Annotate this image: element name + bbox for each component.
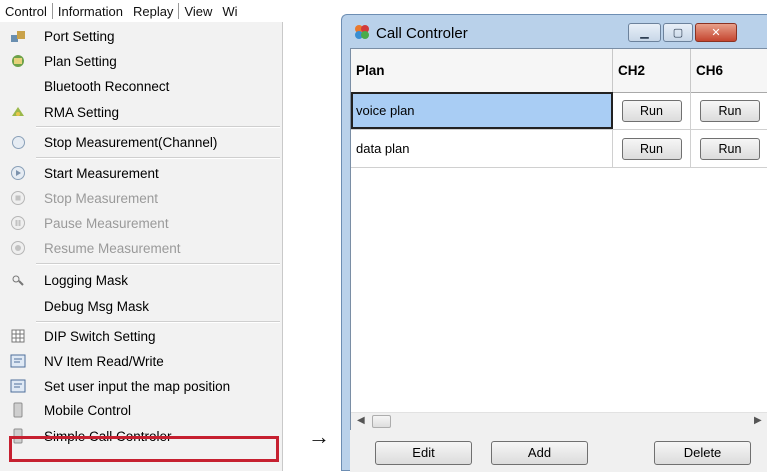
- menu-item-stop-measurement-channel[interactable]: Stop Measurement(Channel): [0, 130, 282, 154]
- menu-item-plan-setting[interactable]: Plan Setting: [0, 49, 282, 73]
- menu-item-label: Pause Measurement: [44, 215, 169, 231]
- plan-cell[interactable]: voice plan: [351, 92, 613, 129]
- menu-information[interactable]: Information: [53, 4, 128, 19]
- menu-separator: [36, 157, 280, 159]
- grid-header: Plan CH2 CH6: [351, 49, 767, 93]
- port-icon: [10, 28, 26, 44]
- ch2-cell: Run: [613, 130, 691, 167]
- ch6-cell: Run: [691, 130, 767, 167]
- menu-item-start-measurement[interactable]: Start Measurement: [0, 161, 282, 185]
- rma-icon: [10, 104, 26, 120]
- menu-item-label: Start Measurement: [44, 165, 159, 181]
- run-button[interactable]: Run: [700, 137, 760, 160]
- ch6-cell: Run: [691, 92, 767, 129]
- menubar: Control Information Replay View Wi: [0, 0, 282, 23]
- menu-item-label: Mobile Control: [44, 402, 132, 418]
- menu-item-label: Resume Measurement: [44, 240, 181, 256]
- menu-item-bluetooth-reconnect[interactable]: Bluetooth Reconnect: [0, 74, 282, 98]
- close-icon: ✕: [711, 27, 721, 39]
- menu-item-label: DIP Switch Setting: [44, 328, 156, 344]
- menu-item-label: Debug Msg Mask: [44, 298, 150, 314]
- add-button[interactable]: Add: [491, 441, 588, 465]
- maximize-icon: ▢: [672, 27, 684, 39]
- menu-item-nv-item-read-write[interactable]: NV Item Read/Write: [0, 349, 282, 373]
- close-button[interactable]: ✕: [695, 23, 737, 42]
- menu-view[interactable]: View: [179, 4, 217, 19]
- minimize-icon: ▁: [640, 27, 649, 39]
- app-icon: [353, 23, 371, 41]
- menu-item-stop-measurement: Stop Measurement: [0, 186, 282, 210]
- play-circle-icon: [10, 165, 26, 181]
- grid-icon: [10, 328, 26, 344]
- record-circle-icon: [10, 240, 26, 256]
- mobile-icon: [10, 402, 26, 418]
- arrow-indicator: →: [308, 424, 330, 449]
- menu-item-pause-measurement: Pause Measurement: [0, 211, 282, 235]
- menu-item-resume-measurement: Resume Measurement: [0, 236, 282, 260]
- menu-item-port-setting[interactable]: Port Setting: [0, 24, 282, 48]
- menu-item-label: Logging Mask: [44, 272, 129, 288]
- menu-item-label: Set user input the map position: [44, 378, 231, 394]
- menu-separator: [36, 321, 280, 323]
- menu-item-dip-switch-setting[interactable]: DIP Switch Setting: [0, 324, 282, 348]
- title-bar[interactable]: Call Controler ▁ ▢ ✕: [342, 15, 767, 47]
- maximize-button[interactable]: ▢: [663, 23, 693, 42]
- scroll-left-icon[interactable]: ◀: [357, 415, 365, 426]
- table-row[interactable]: voice plan Run Run: [351, 92, 767, 130]
- delete-button[interactable]: Delete: [654, 441, 751, 465]
- highlight-box: [9, 436, 279, 462]
- menu-item-mobile-control[interactable]: Mobile Control: [0, 398, 282, 422]
- menu-item-label: Stop Measurement: [44, 190, 159, 206]
- edit-button[interactable]: Edit: [375, 441, 472, 465]
- map-icon: [10, 378, 26, 394]
- plan-cell[interactable]: data plan: [351, 130, 613, 167]
- menu-item-label: RMA Setting: [44, 104, 120, 120]
- column-header-ch6[interactable]: CH6: [691, 49, 767, 92]
- stop-circle-icon: [10, 134, 26, 150]
- column-header-plan[interactable]: Plan: [351, 49, 613, 92]
- menu-item-label: Stop Measurement(Channel): [44, 134, 218, 150]
- menu-item-rma-setting[interactable]: RMA Setting: [0, 100, 282, 124]
- menu-item-label: Port Setting: [44, 28, 115, 44]
- action-bar: Edit Add Delete: [350, 430, 767, 472]
- pause-circle-icon: [10, 215, 26, 231]
- menu-separator: [36, 126, 280, 128]
- menu-replay[interactable]: Replay: [128, 4, 178, 19]
- control-dropdown-menu: Port Setting Plan Setting Bluetooth Reco…: [0, 22, 283, 471]
- menu-window[interactable]: Wi: [217, 4, 242, 19]
- scroll-right-icon[interactable]: ▶: [754, 415, 762, 426]
- column-header-ch2[interactable]: CH2: [613, 49, 691, 92]
- plan-grid: Plan CH2 CH6 voice plan Run Run data pla…: [350, 48, 767, 431]
- run-button[interactable]: Run: [700, 99, 760, 122]
- run-button[interactable]: Run: [621, 137, 682, 160]
- ch2-cell: Run: [613, 92, 691, 129]
- menu-item-debug-msg-mask[interactable]: Debug Msg Mask: [0, 294, 282, 318]
- menu-item-logging-mask[interactable]: Logging Mask: [0, 268, 282, 292]
- menu-item-label: Bluetooth Reconnect: [44, 78, 170, 94]
- minimize-button[interactable]: ▁: [628, 23, 661, 42]
- scroll-thumb[interactable]: [372, 415, 391, 428]
- menu-item-label: Plan Setting: [44, 53, 117, 69]
- mask-icon: [10, 272, 26, 288]
- menu-separator: [36, 263, 280, 265]
- run-button[interactable]: Run: [621, 99, 682, 122]
- plan-icon: [10, 53, 26, 69]
- call-controler-window: Call Controler ▁ ▢ ✕ Plan CH2 CH6 voice …: [341, 14, 767, 472]
- menu-item-set-map-position[interactable]: Set user input the map position: [0, 374, 282, 398]
- menu-item-label: NV Item Read/Write: [44, 353, 164, 369]
- nv-icon: [10, 353, 26, 369]
- table-row[interactable]: data plan Run Run: [351, 130, 767, 168]
- horizontal-scrollbar[interactable]: ◀ ▶: [351, 412, 767, 431]
- menu-control[interactable]: Control: [0, 4, 52, 19]
- window-title: Call Controler: [376, 25, 468, 42]
- stop-circle-icon: [10, 190, 26, 206]
